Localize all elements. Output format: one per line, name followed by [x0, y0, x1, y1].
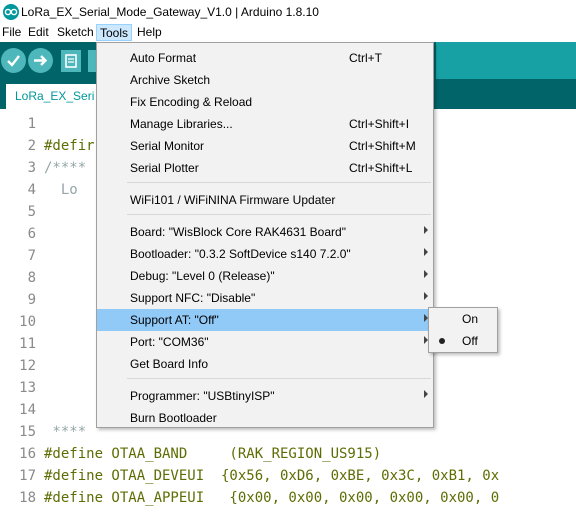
menu-separator: [127, 182, 431, 183]
tab-label: LoRa_EX_Seri: [15, 89, 95, 103]
line-number: 11: [19, 336, 36, 352]
menu-item-label: Programmer: "USBtinyISP": [130, 389, 275, 403]
line-number: 8: [27, 270, 36, 286]
submenu-item-off[interactable]: Off: [429, 330, 497, 352]
submenu-item-label: On: [462, 312, 479, 326]
menu-file[interactable]: File: [2, 24, 21, 41]
shortcut-label: Ctrl+Shift+I: [349, 117, 410, 131]
submenu-arrow-icon: [424, 248, 428, 256]
line-number: 12: [19, 358, 36, 374]
line-number: 4: [27, 182, 36, 198]
line-number-gutter: 1 2 3 4 5 6 7 8 9 10 11 12 13 14 15 16 17 18: [0, 109, 40, 515]
menu-item-support-at[interactable]: Support AT: "Off": [97, 309, 433, 331]
code-line: ****: [44, 424, 87, 440]
tools-menu: Auto Format Ctrl+T Archive Sketch Fix En…: [96, 42, 434, 428]
menu-item-archive-sketch[interactable]: Archive Sketch: [97, 69, 433, 91]
tab-sketch[interactable]: LoRa_EX_Seri: [6, 84, 96, 109]
shortcut-label: Ctrl+Shift+L: [349, 161, 413, 175]
menu-item-label: Support NFC: "Disable": [130, 291, 256, 305]
menu-item-label: Burn Bootloader: [130, 411, 217, 425]
title-bar: LoRa_EX_Serial_Mode_Gateway_V1.0 | Ardui…: [0, 0, 576, 24]
serial-monitor-area: [436, 42, 576, 79]
line-number: 16: [19, 446, 36, 462]
menu-item-label: Port: "COM36": [130, 335, 209, 349]
menu-item-label: Fix Encoding & Reload: [130, 95, 253, 109]
open-sketch-button[interactable]: [88, 50, 96, 72]
menu-item-label: Archive Sketch: [130, 73, 211, 87]
line-number: 10: [19, 314, 36, 330]
code-line: #define OTAA_DEVEUI {0x56, 0xD6, 0xBE, 0…: [44, 468, 500, 484]
new-file-icon: [65, 54, 77, 68]
menu-item-get-board-info[interactable]: Get Board Info: [97, 353, 433, 375]
code-line: Lo: [44, 182, 78, 198]
menu-sketch[interactable]: Sketch: [57, 24, 94, 41]
code-line: #define OTAA_BAND (RAK_REGION_US915): [44, 446, 382, 462]
shortcut-label: Ctrl+Shift+M: [349, 139, 416, 153]
new-sketch-button[interactable]: [61, 50, 81, 72]
arrow-right-icon: [34, 55, 48, 66]
menu-item-firmware-updater[interactable]: WiFi101 / WiFiNINA Firmware Updater: [97, 189, 433, 211]
menu-item-label: Support AT: "Off": [130, 313, 219, 327]
arduino-logo-icon: [3, 4, 19, 20]
line-number: 2: [27, 138, 36, 154]
window-title: LoRa_EX_Serial_Mode_Gateway_V1.0 | Ardui…: [21, 5, 319, 19]
line-number: 1: [27, 116, 36, 132]
menu-item-label: Bootloader: "0.3.2 SoftDevice s140 7.2.0…: [130, 247, 351, 261]
menu-item-programmer[interactable]: Programmer: "USBtinyISP": [97, 385, 433, 407]
menu-bar: File Edit Sketch Tools Help: [0, 24, 576, 42]
code-line: #defir: [44, 138, 95, 154]
radio-selected-icon: [439, 338, 445, 344]
line-number: 17: [19, 468, 36, 484]
menu-item-auto-format[interactable]: Auto Format Ctrl+T: [97, 47, 433, 69]
menu-item-bootloader[interactable]: Bootloader: "0.3.2 SoftDevice s140 7.2.0…: [97, 243, 433, 265]
code-line: /****: [44, 160, 87, 176]
menu-item-serial-monitor[interactable]: Serial Monitor Ctrl+Shift+M: [97, 135, 433, 157]
menu-separator: [127, 378, 431, 379]
verify-button[interactable]: [1, 48, 26, 73]
line-number: 18: [19, 490, 36, 506]
submenu-arrow-icon: [424, 226, 428, 234]
submenu-arrow-icon: [424, 270, 428, 278]
checkmark-icon: [7, 55, 20, 67]
menu-edit[interactable]: Edit: [28, 24, 49, 41]
menu-item-label: Auto Format: [130, 51, 197, 65]
line-number: 6: [27, 226, 36, 242]
menu-item-serial-plotter[interactable]: Serial Plotter Ctrl+Shift+L: [97, 157, 433, 179]
submenu-item-label: Off: [462, 334, 478, 348]
submenu-arrow-icon: [424, 292, 428, 300]
line-number: 13: [19, 380, 36, 396]
submenu-item-on[interactable]: On: [429, 308, 497, 330]
line-number: 3: [27, 160, 36, 176]
menu-item-label: Debug: "Level 0 (Release)": [130, 269, 275, 283]
line-number: 5: [27, 204, 36, 220]
menu-item-label: WiFi101 / WiFiNINA Firmware Updater: [130, 193, 336, 207]
menu-item-burn-bootloader[interactable]: Burn Bootloader: [97, 407, 433, 429]
menu-item-support-nfc[interactable]: Support NFC: "Disable": [97, 287, 433, 309]
upload-button[interactable]: [28, 48, 53, 73]
menu-item-label: Serial Monitor: [130, 139, 205, 153]
menu-item-manage-libraries[interactable]: Manage Libraries... Ctrl+Shift+I: [97, 113, 433, 135]
menu-item-label: Serial Plotter: [130, 161, 199, 175]
submenu-arrow-icon: [424, 390, 428, 398]
line-number: 14: [19, 402, 36, 418]
menu-tools[interactable]: Tools: [96, 24, 132, 41]
menu-item-debug[interactable]: Debug: "Level 0 (Release)": [97, 265, 433, 287]
menu-item-board[interactable]: Board: "WisBlock Core RAK4631 Board": [97, 221, 433, 243]
line-number: 15: [19, 424, 36, 440]
menu-help[interactable]: Help: [137, 24, 162, 41]
code-line: #define OTAA_APPEUI {0x00, 0x00, 0x00, 0…: [44, 490, 500, 506]
menu-separator: [127, 214, 431, 215]
menu-item-label: Get Board Info: [130, 357, 209, 371]
menu-item-label: Board: "WisBlock Core RAK4631 Board": [130, 225, 346, 239]
support-at-submenu: On Off: [428, 307, 498, 353]
line-number: 7: [27, 248, 36, 264]
menu-item-fix-encoding[interactable]: Fix Encoding & Reload: [97, 91, 433, 113]
menu-item-label: Manage Libraries...: [130, 117, 233, 131]
menu-item-port[interactable]: Port: "COM36": [97, 331, 433, 353]
shortcut-label: Ctrl+T: [349, 51, 382, 65]
line-number: 9: [27, 292, 36, 308]
